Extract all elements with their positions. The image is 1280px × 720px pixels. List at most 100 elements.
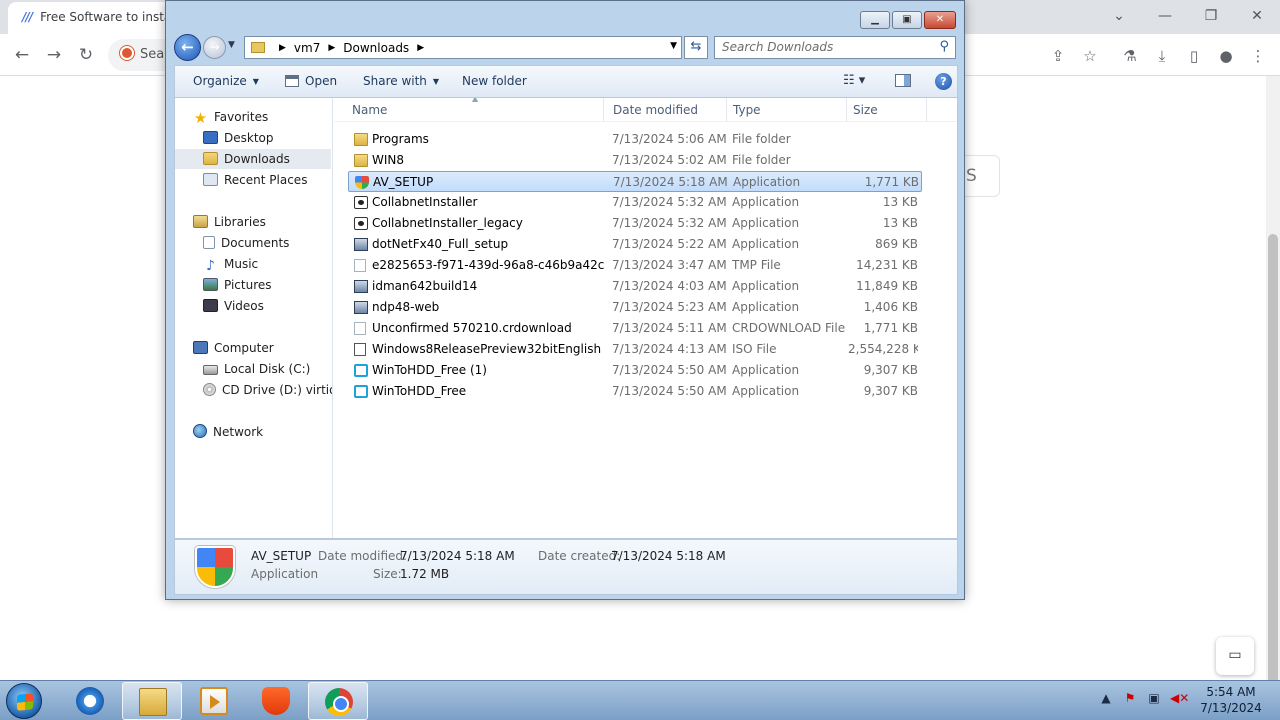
column-header-date-modified[interactable]: Date modified <box>607 98 727 122</box>
show-hidden-icons-icon[interactable]: ▲ <box>1098 691 1114 707</box>
nav-item-network[interactable]: Network <box>193 422 263 442</box>
page-scrollbar[interactable] <box>1266 76 1280 720</box>
browser-restore-button[interactable]: ❐ <box>1189 4 1233 28</box>
recent-pages-dropdown-icon[interactable]: ▼ <box>228 40 235 50</box>
nav-item-desktop[interactable]: Desktop <box>203 128 274 148</box>
file-size: 1,771 KB <box>864 175 919 189</box>
maximize-button[interactable]: ▣ <box>892 11 922 29</box>
breadcrumb-downloads[interactable]: Downloads <box>343 41 409 55</box>
nav-item-recent-places[interactable]: Recent Places <box>203 170 307 190</box>
breadcrumb-vm7[interactable]: vm7 <box>294 41 320 55</box>
details-pane: AV_SETUP Application Date modified: 7/13… <box>174 539 958 595</box>
forward-arrow-icon[interactable]: → <box>203 36 226 59</box>
nav-item-computer[interactable]: Computer <box>193 338 274 358</box>
nav-label: Desktop <box>224 131 274 145</box>
side-panel-icon[interactable]: ▯ <box>1182 44 1206 68</box>
share-with-button[interactable]: Share with ▼ <box>363 74 439 88</box>
back-arrow-icon[interactable]: ← <box>174 34 201 61</box>
nav-item-pictures[interactable]: Pictures <box>203 275 272 295</box>
address-dropdown-icon[interactable]: ▼ <box>670 41 677 51</box>
file-date-modified: 7/13/2024 4:03 AM <box>612 279 727 293</box>
refresh-icon[interactable]: ⇆ <box>684 36 708 59</box>
file-row[interactable]: idman642build14 7/13/2024 4:03 AM Applicat… <box>348 276 922 297</box>
file-row[interactable]: CollabnetInstaller 7/13/2024 5:32 AM Appli… <box>348 192 922 213</box>
nav-label: CD Drive (D:) virtio-w <box>222 383 332 397</box>
breadcrumb-chevron-icon[interactable]: ▶ <box>279 43 286 53</box>
close-button[interactable]: ✕ <box>924 11 956 29</box>
volume-muted-icon[interactable]: ◀✕ <box>1170 691 1189 707</box>
nav-item-local-disk[interactable]: Local Disk (C:) <box>203 359 310 379</box>
file-row[interactable]: dotNetFx40_Full_setup 7/13/2024 5:22 AM Ap… <box>348 234 922 255</box>
column-header-size[interactable]: Size <box>847 98 927 122</box>
bookmark-star-icon[interactable]: ☆ <box>1078 44 1102 68</box>
organize-button[interactable]: Organize ▼ <box>193 74 259 88</box>
column-header-type[interactable]: Type <box>727 98 847 122</box>
system-clock[interactable]: 5:54 AM 7/13/2024 <box>1196 684 1266 716</box>
search-icon[interactable]: ⚲ <box>939 39 949 54</box>
browser-back-icon[interactable]: ← <box>10 44 34 68</box>
taskbar-chrome[interactable] <box>308 682 368 720</box>
file-row[interactable]: Unconfirmed 570210.crdownload 7/13/2024 5… <box>348 318 922 339</box>
nav-item-cd-drive[interactable]: CD Drive (D:) virtio-w <box>203 380 332 400</box>
file-row[interactable]: AV_SETUP 7/13/2024 5:18 AM Application 1,77… <box>348 171 922 192</box>
tab-search-icon[interactable]: ⌄ <box>1097 4 1141 28</box>
taskbar-media-player[interactable] <box>184 682 244 720</box>
file-row[interactable]: Windows8ReleasePreview32bitEnglish 7/13/2… <box>348 339 922 360</box>
file-type: File folder <box>732 153 791 167</box>
search-input[interactable]: Search Downloads ⚲ <box>714 36 956 59</box>
action-center-flag-icon[interactable]: ⚑ <box>1122 691 1138 707</box>
chat-feedback-icon[interactable]: ▭ <box>1216 637 1254 675</box>
chevron-down-icon: ▼ <box>432 77 440 86</box>
libraries-icon <box>193 215 208 228</box>
nav-item-videos[interactable]: Videos <box>203 296 264 316</box>
file-row[interactable]: WIN8 7/13/2024 5:02 AM File folder <box>348 150 922 171</box>
column-header-name[interactable]: Name <box>346 98 604 122</box>
browser-forward-icon[interactable]: → <box>42 44 66 68</box>
file-name: idman642build14 <box>372 279 478 293</box>
scrollbar-thumb[interactable] <box>1268 234 1278 720</box>
file-row[interactable]: WinToHDD_Free (1) 7/13/2024 5:50 AM Applic… <box>348 360 922 381</box>
taskbar-file-explorer[interactable] <box>122 682 182 720</box>
share-icon[interactable]: ⇪ <box>1046 44 1070 68</box>
page-search-button[interactable]: S <box>960 155 1000 197</box>
chrome-icon <box>325 688 353 716</box>
nav-item-downloads[interactable]: Downloads <box>175 149 331 169</box>
download-icon[interactable]: ⤓ <box>1150 44 1174 68</box>
application-icon <box>354 196 368 209</box>
breadcrumb-chevron-icon[interactable]: ▶ <box>328 43 335 53</box>
browser-minimize-button[interactable]: — <box>1143 4 1187 28</box>
browser-close-button[interactable]: ✕ <box>1235 4 1279 28</box>
chevron-down-icon: ▼ <box>252 77 259 86</box>
file-row[interactable]: CollabnetInstaller_legacy 7/13/2024 5:32 … <box>348 213 922 234</box>
breadcrumb-chevron-icon[interactable]: ▶ <box>417 43 424 53</box>
help-icon[interactable]: ? <box>935 73 952 90</box>
change-view-icon[interactable]: ☷ ▾ <box>843 73 865 88</box>
new-folder-button[interactable]: New folder <box>462 74 527 88</box>
omnibox[interactable]: Sea <box>108 39 168 71</box>
nav-item-favorites[interactable]: ★ Favorites <box>193 107 268 127</box>
address-bar[interactable]: ▶ vm7 ▶ Downloads ▶ ▼ <box>244 36 682 59</box>
browser-menu-icon[interactable]: ⋮ <box>1246 44 1270 68</box>
nav-item-music[interactable]: ♪ Music <box>203 254 258 274</box>
media-player-icon <box>200 687 228 715</box>
browser-reload-icon[interactable]: ↻ <box>74 44 98 68</box>
details-size-label: Size: <box>373 567 402 581</box>
videos-icon <box>203 299 218 312</box>
preview-pane-icon[interactable] <box>895 74 911 87</box>
network-status-icon[interactable]: ▣ <box>1146 691 1162 707</box>
minimize-button[interactable]: ▁ <box>860 11 890 29</box>
taskbar-brave[interactable] <box>246 682 306 720</box>
taskbar-internet-explorer[interactable] <box>60 682 120 720</box>
file-row[interactable]: ndp48-web 7/13/2024 5:23 AM Application 1,4… <box>348 297 922 318</box>
hard-disk-icon <box>203 365 218 375</box>
browser-tab[interactable]: /// Free Software to install <box>8 2 178 34</box>
profile-avatar-icon[interactable]: ● <box>1214 44 1238 68</box>
start-button[interactable] <box>6 683 42 719</box>
file-row[interactable]: WinToHDD_Free 7/13/2024 5:50 AM Applicatio… <box>348 381 922 402</box>
extensions-icon[interactable]: ⚗ <box>1118 44 1142 68</box>
nav-item-libraries[interactable]: Libraries <box>193 212 266 232</box>
file-row[interactable]: e2825653-f971-439d-96a8-c46b9a42c07b....… <box>348 255 922 276</box>
file-row[interactable]: Programs 7/13/2024 5:06 AM File folder <box>348 129 922 150</box>
open-button[interactable]: Open <box>285 74 337 88</box>
nav-item-documents[interactable]: Documents <box>203 233 289 253</box>
